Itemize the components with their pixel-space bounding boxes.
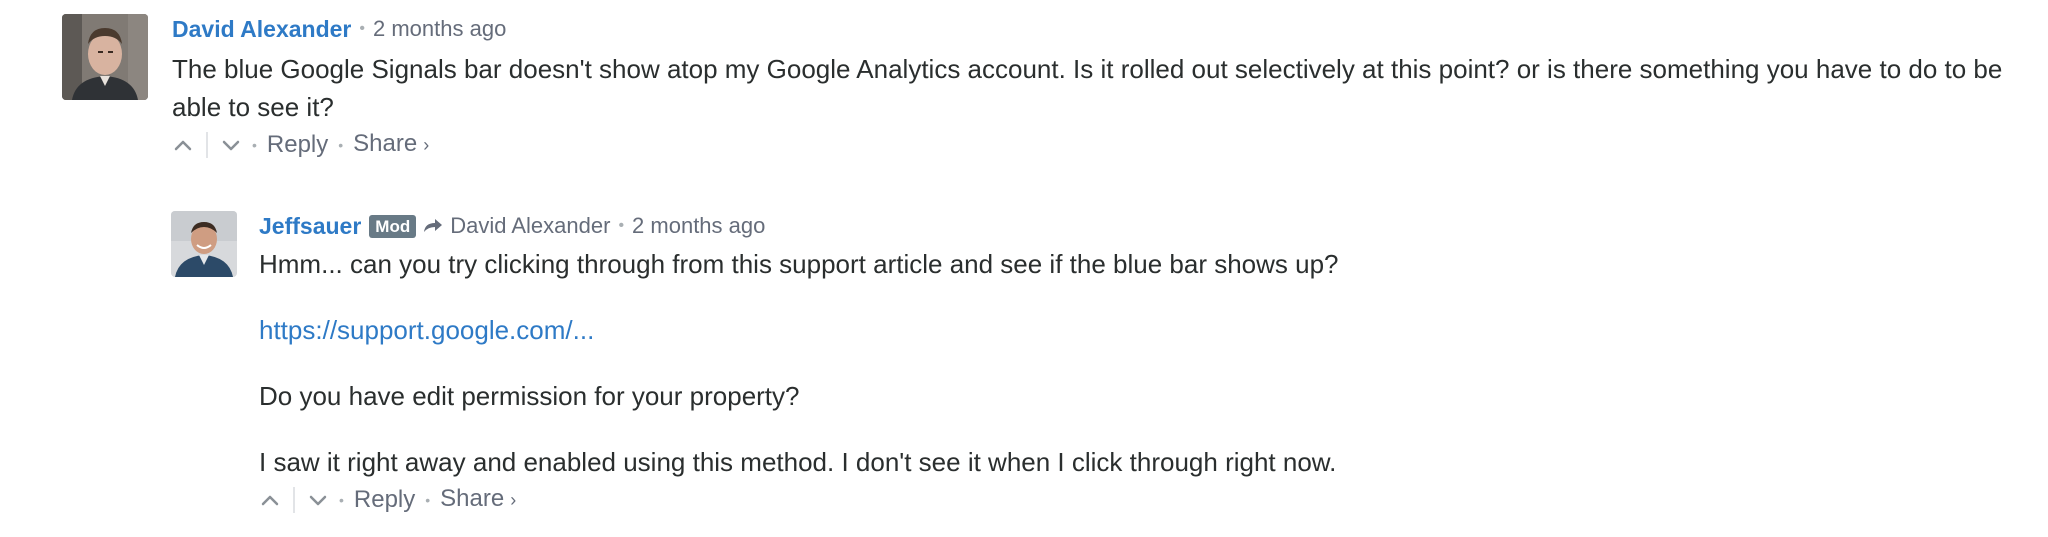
- downvote-button[interactable]: [220, 134, 242, 156]
- share-label: Share: [440, 485, 505, 512]
- support-link[interactable]: https://support.google.com/...: [259, 315, 594, 345]
- comment: David Alexander • 2 months ago The blue …: [62, 14, 2022, 161]
- reply-comment: Jeffsauer Mod David Alexander • 2 months…: [171, 211, 2022, 516]
- reply-button[interactable]: Reply: [267, 129, 328, 161]
- avatar[interactable]: [171, 211, 237, 277]
- comment-footer: • Reply • Share ›: [259, 483, 2022, 516]
- author-name[interactable]: Jeffsauer: [259, 211, 361, 241]
- downvote-button[interactable]: [307, 489, 329, 511]
- avatar-image: [171, 211, 237, 277]
- separator-dot: •: [339, 491, 344, 508]
- upvote-button[interactable]: [259, 489, 281, 511]
- upvote-button[interactable]: [172, 134, 194, 156]
- chevron-right-icon: ›: [510, 490, 517, 510]
- comment-footer: • Reply • Share ›: [172, 128, 2022, 161]
- comment-paragraph: https://support.google.com/...: [259, 311, 2022, 349]
- separator-dot: •: [359, 20, 365, 37]
- share-label: Share: [353, 130, 418, 157]
- chevron-up-icon: [261, 495, 279, 505]
- avatar-image: [62, 14, 148, 100]
- separator-dot: •: [618, 217, 625, 234]
- comment-paragraph: Do you have edit permission for your pro…: [259, 381, 800, 411]
- comment-paragraph: The blue Google Signals bar doesn't show…: [172, 54, 2003, 122]
- separator-dot: •: [252, 136, 257, 153]
- author-name[interactable]: David Alexander: [172, 14, 351, 44]
- timestamp[interactable]: 2 months ago: [373, 14, 506, 44]
- vote-divider: [206, 131, 208, 158]
- mod-badge: Mod: [369, 214, 417, 238]
- chevron-right-icon: ›: [423, 135, 430, 155]
- comment-header: David Alexander • 2 months ago: [172, 14, 2022, 44]
- comment-thread: David Alexander • 2 months ago The blue …: [0, 0, 2048, 537]
- chevron-up-icon: [174, 140, 192, 150]
- comment-paragraph: Hmm... can you try clicking through from…: [259, 249, 1339, 279]
- reply-to-author[interactable]: David Alexander: [450, 211, 610, 241]
- comment-paragraph: I saw it right away and enabled using th…: [259, 447, 1337, 477]
- reply-button[interactable]: Reply: [354, 484, 415, 516]
- share-button[interactable]: Share ›: [353, 128, 429, 161]
- share-button[interactable]: Share ›: [440, 483, 516, 516]
- comment-body: Jeffsauer Mod David Alexander • 2 months…: [259, 211, 2022, 516]
- vote-divider: [293, 486, 295, 513]
- timestamp[interactable]: 2 months ago: [632, 211, 765, 241]
- avatar[interactable]: [62, 14, 148, 100]
- reply-arrow-icon: [422, 216, 444, 236]
- comment-text: The blue Google Signals bar doesn't show…: [172, 50, 2022, 126]
- comment-text: Hmm... can you try clicking through from…: [259, 245, 2022, 481]
- comment-header: Jeffsauer Mod David Alexander • 2 months…: [259, 211, 2022, 241]
- chevron-down-icon: [222, 140, 240, 150]
- separator-dot: •: [425, 491, 431, 508]
- chevron-down-icon: [309, 495, 327, 505]
- separator-dot: •: [338, 136, 344, 153]
- comment-body: David Alexander • 2 months ago The blue …: [172, 14, 2022, 161]
